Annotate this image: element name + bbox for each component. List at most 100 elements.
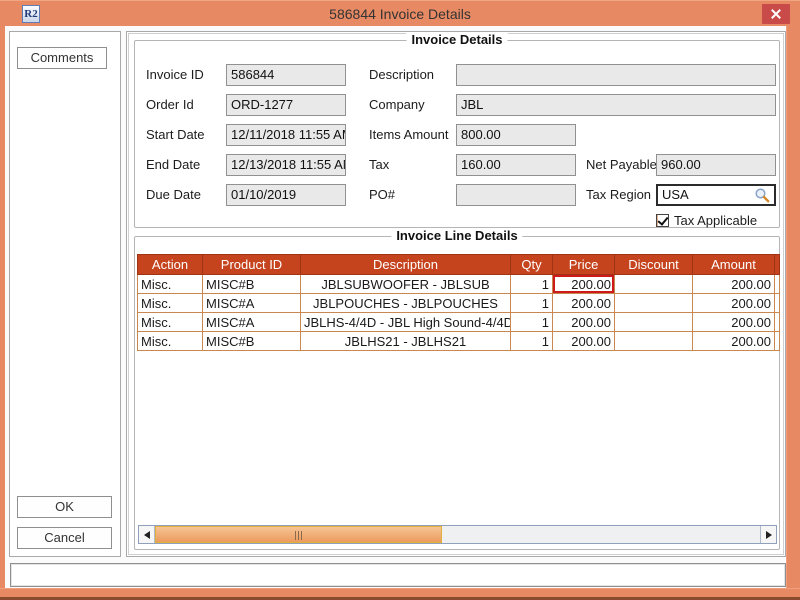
order-id-field: ORD-1277: [226, 94, 346, 116]
column-header-qty: Qty: [511, 255, 553, 275]
right-arrow-icon: [766, 531, 772, 539]
window-frame-right: [786, 26, 800, 588]
invoice-details-group-title: Invoice Details: [406, 32, 507, 47]
po-number-label: PO#: [369, 184, 395, 206]
cell-product-id[interactable]: MISC#A: [203, 313, 301, 332]
cell-description[interactable]: JBLSUBWOOFER - JBLSUB: [301, 275, 511, 294]
items-amount-field: 800.00: [456, 124, 576, 146]
items-amount-label: Items Amount: [369, 124, 448, 146]
cell-product-id[interactable]: MISC#B: [203, 332, 301, 351]
net-payable-field: 960.00: [656, 154, 776, 176]
status-bar: [10, 563, 786, 587]
clipped-next-cell: [775, 313, 780, 332]
cell-amount[interactable]: 200.00: [693, 313, 775, 332]
scroll-left-button[interactable]: [139, 526, 155, 543]
cell-action[interactable]: Misc.: [138, 332, 203, 351]
comments-button[interactable]: Comments: [17, 47, 107, 69]
cell-description[interactable]: JBLHS21 - JBLHS21: [301, 332, 511, 351]
cell-price[interactable]: 200.00: [553, 313, 615, 332]
cell-amount[interactable]: 200.00: [693, 294, 775, 313]
window-frame-bottom: [0, 588, 800, 600]
end-date-field: 12/13/2018 11:55 AM: [226, 154, 346, 176]
cell-action[interactable]: Misc.: [138, 275, 203, 294]
clipped-next-cell: [775, 332, 780, 351]
tax-region-input[interactable]: USA: [656, 184, 776, 206]
cell-description[interactable]: JBLHS-4/4D - JBL High Sound-4/4D: [301, 313, 511, 332]
tax-region-value: USA: [662, 186, 754, 204]
column-header-action: Action: [138, 255, 203, 275]
table-row: Misc. MISC#B JBLSUBWOOFER - JBLSUB 1 200…: [138, 275, 780, 294]
search-icon[interactable]: [754, 187, 770, 203]
cell-qty[interactable]: 1: [511, 275, 553, 294]
title-bar: R2 586844 Invoice Details: [0, 0, 800, 26]
description-label: Description: [369, 64, 434, 86]
start-date-field: 12/11/2018 11:55 AM: [226, 124, 346, 146]
table-row: Misc. MISC#A JBLHS-4/4D - JBL High Sound…: [138, 313, 780, 332]
scrollbar-grip-icon: [295, 531, 303, 540]
main-panel-inner: Invoice Details Invoice ID 586844 Order …: [128, 33, 784, 555]
tax-applicable-label: Tax Applicable: [674, 213, 757, 228]
column-header-description: Description: [301, 255, 511, 275]
cell-discount[interactable]: [615, 294, 693, 313]
cell-discount[interactable]: [615, 313, 693, 332]
window-title: 586844 Invoice Details: [0, 1, 800, 27]
table-row: Misc. MISC#A JBLPOUCHES - JBLPOUCHES 1 2…: [138, 294, 780, 313]
left-panel: Comments OK Cancel: [9, 31, 121, 557]
cell-price[interactable]: 200.00: [553, 294, 615, 313]
cell-amount[interactable]: 200.00: [693, 332, 775, 351]
column-header-discount: Discount: [615, 255, 693, 275]
start-date-label: Start Date: [146, 124, 205, 146]
cell-description[interactable]: JBLPOUCHES - JBLPOUCHES: [301, 294, 511, 313]
cell-qty[interactable]: 1: [511, 313, 553, 332]
cell-product-id[interactable]: MISC#B: [203, 275, 301, 294]
main-panel: Invoice Details Invoice ID 586844 Order …: [126, 31, 786, 557]
invoice-id-field: 586844: [226, 64, 346, 86]
cell-action[interactable]: Misc.: [138, 313, 203, 332]
order-id-label: Order Id: [146, 94, 194, 116]
cell-price-selected[interactable]: 200.00: [553, 275, 615, 294]
cell-discount[interactable]: [615, 332, 693, 351]
cell-qty[interactable]: 1: [511, 294, 553, 313]
invoice-line-details-group: Invoice Line Details Action Product ID D…: [134, 236, 780, 550]
cell-action[interactable]: Misc.: [138, 294, 203, 313]
dialog-client-area: Comments OK Cancel Invoice Details Invoi…: [5, 26, 786, 588]
due-date-field: 01/10/2019: [226, 184, 346, 206]
description-field: [456, 64, 776, 86]
clipped-next-cell: [775, 294, 780, 313]
clipped-next-cell: [775, 275, 780, 294]
table-header-row: Action Product ID Description Qty Price …: [138, 255, 780, 275]
cell-amount[interactable]: 200.00: [693, 275, 775, 294]
invoice-lines-table: Action Product ID Description Qty Price …: [137, 254, 780, 351]
company-label: Company: [369, 94, 425, 116]
scrollbar-thumb[interactable]: [155, 526, 442, 543]
window-frame-left: [0, 26, 5, 588]
cancel-button[interactable]: Cancel: [17, 527, 112, 549]
cell-qty[interactable]: 1: [511, 332, 553, 351]
tax-label: Tax: [369, 154, 389, 176]
column-header-amount: Amount: [693, 255, 775, 275]
scroll-right-button[interactable]: [760, 526, 776, 543]
cell-price[interactable]: 200.00: [553, 332, 615, 351]
net-payable-label: Net Payable: [586, 154, 657, 176]
close-button[interactable]: [762, 4, 790, 24]
due-date-label: Due Date: [146, 184, 201, 206]
table-row: Misc. MISC#B JBLHS21 - JBLHS21 1 200.00 …: [138, 332, 780, 351]
clipped-next-column: [775, 255, 780, 275]
tax-field: 160.00: [456, 154, 576, 176]
invoice-line-details-group-title: Invoice Line Details: [391, 228, 522, 243]
invoice-id-label: Invoice ID: [146, 64, 204, 86]
column-header-product-id: Product ID: [203, 255, 301, 275]
cell-product-id[interactable]: MISC#A: [203, 294, 301, 313]
horizontal-scrollbar[interactable]: [138, 525, 777, 544]
po-number-field: [456, 184, 576, 206]
left-arrow-icon: [144, 531, 150, 539]
tax-region-label: Tax Region: [586, 184, 651, 206]
invoice-details-group: Invoice Details Invoice ID 586844 Order …: [134, 40, 780, 228]
cell-discount[interactable]: [615, 275, 693, 294]
company-field: JBL: [456, 94, 776, 116]
column-header-price: Price: [553, 255, 615, 275]
ok-button[interactable]: OK: [17, 496, 112, 518]
tax-applicable-checkbox[interactable]: [656, 214, 669, 227]
tax-applicable-checkbox-row: Tax Applicable: [656, 213, 757, 228]
end-date-label: End Date: [146, 154, 200, 176]
